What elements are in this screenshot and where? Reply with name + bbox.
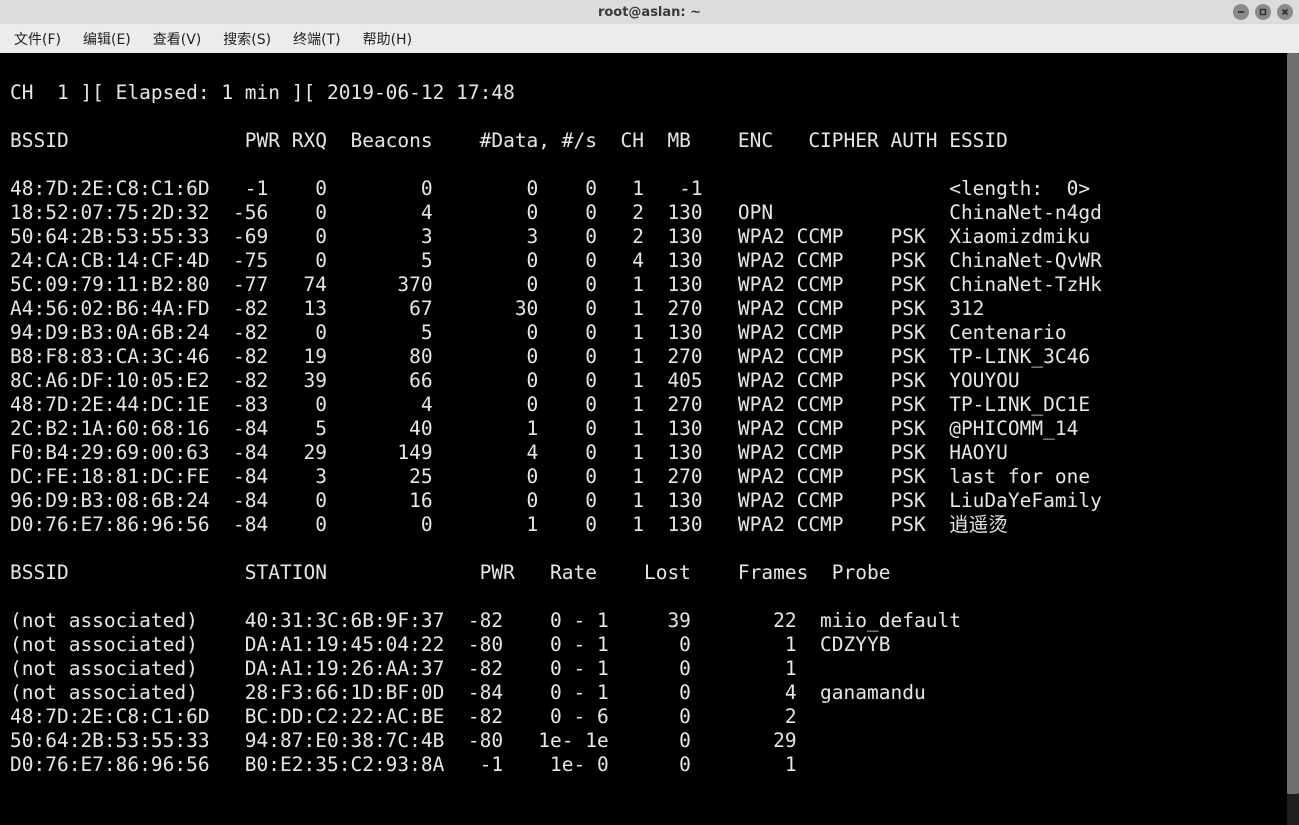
window-buttons — [1233, 4, 1293, 20]
menu-search[interactable]: 搜索(S) — [213, 25, 281, 53]
menu-edit[interactable]: 编辑(E) — [73, 25, 141, 53]
close-button[interactable] — [1277, 4, 1293, 20]
minimize-icon — [1237, 8, 1245, 16]
scrollbar-thumb[interactable] — [1287, 53, 1299, 794]
close-icon — [1281, 8, 1289, 16]
scrollbar[interactable] — [1287, 53, 1299, 825]
menu-view[interactable]: 查看(V) — [143, 25, 212, 53]
terminal-output[interactable]: CH 1 ][ Elapsed: 1 min ][ 2019-06-12 17:… — [0, 53, 1287, 825]
minimize-button[interactable] — [1233, 4, 1249, 20]
maximize-icon — [1259, 8, 1267, 16]
menu-help[interactable]: 帮助(H) — [353, 25, 422, 53]
terminal-container: CH 1 ][ Elapsed: 1 min ][ 2019-06-12 17:… — [0, 53, 1299, 825]
menu-terminal[interactable]: 终端(T) — [283, 25, 350, 53]
window-title: root@aslan: ~ — [598, 5, 701, 20]
menu-file[interactable]: 文件(F) — [4, 25, 71, 53]
window-titlebar: root@aslan: ~ — [0, 0, 1299, 24]
maximize-button[interactable] — [1255, 4, 1271, 20]
menu-bar: 文件(F) 编辑(E) 查看(V) 搜索(S) 终端(T) 帮助(H) — [0, 24, 1299, 53]
